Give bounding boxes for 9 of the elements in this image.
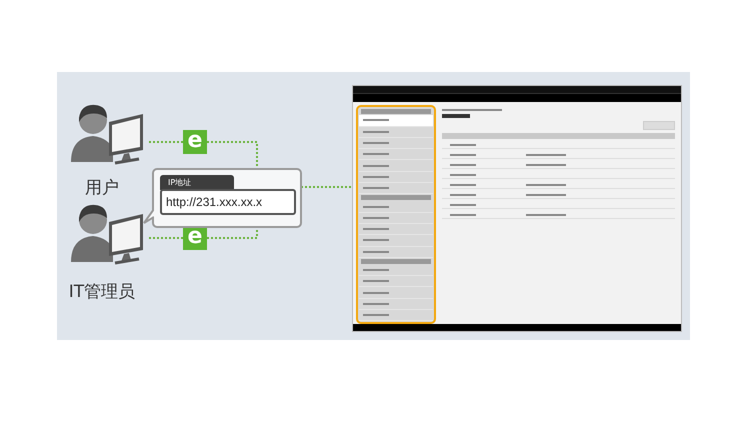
person-label: IT管理员 — [68, 281, 136, 303]
user-at-computer-icon — [71, 204, 143, 264]
user-at-computer-icon — [71, 104, 143, 164]
url-field: http://231.xxx.xx.x — [160, 189, 296, 215]
address-label: IP地址 — [160, 175, 234, 190]
person-label: 用户 — [84, 177, 120, 199]
browser-badge: e — [183, 130, 207, 154]
browser-badge: e — [183, 226, 207, 250]
connector-line — [301, 186, 351, 188]
